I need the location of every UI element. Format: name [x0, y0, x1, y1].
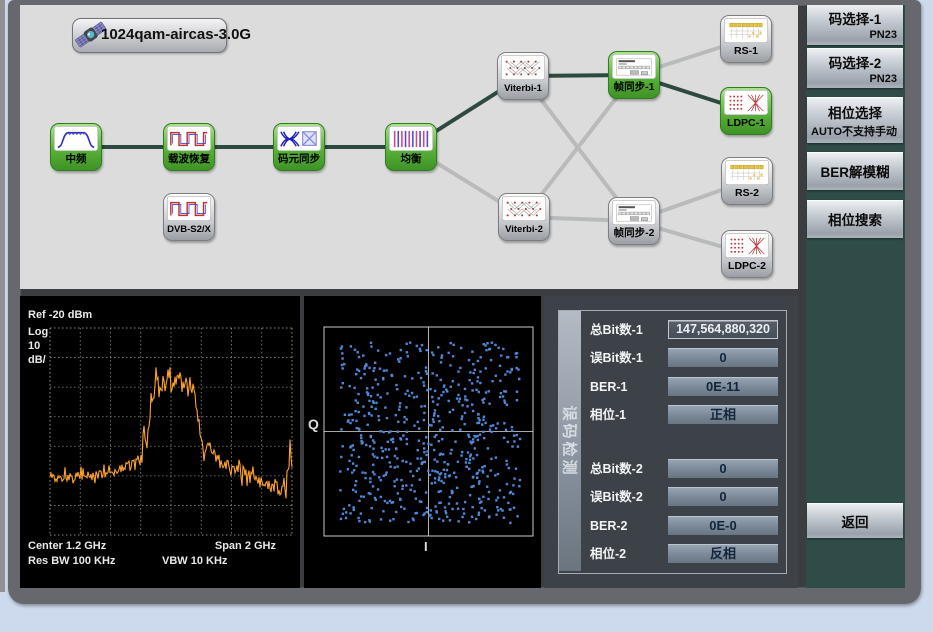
button-label: 返回 [807, 511, 903, 531]
flow-node-label: 中频 [51, 151, 101, 168]
flow-node-fsync2[interactable]: 帧同步-2 [608, 197, 660, 245]
sidebar-button-2[interactable]: 码选择-2PN23 [807, 48, 903, 88]
spectrum-span: Span 2 GHz [215, 540, 276, 552]
rs-codeword-icon [724, 18, 768, 43]
button-label: 码选择-1 [807, 8, 903, 28]
ber-value-box: 0E-11 [668, 377, 778, 396]
flow-node-dvb[interactable]: DVB-S2/X [163, 193, 215, 241]
spectrum-rbw: Res BW 100 KHz [28, 555, 115, 567]
ber-value-box: 0E-0 [668, 516, 778, 535]
signal-title: 1024qam-aircas-3.0G [101, 26, 251, 43]
frame-structure-icon [612, 200, 656, 225]
button-label: BER解模糊 [807, 161, 903, 181]
ber-row-label: 相位-2 [590, 544, 668, 564]
ber-row-label: BER-1 [590, 377, 668, 397]
flow-node-label: DVB-S2/X [164, 221, 214, 238]
ber-value-box: 0 [668, 459, 778, 478]
flow-node-symsync[interactable]: 码元同步 [273, 123, 325, 171]
viterbi-trellis-icon [502, 196, 546, 221]
sidebar-button-3[interactable]: 相位选择AUTO不支持手动 [807, 97, 903, 143]
button-sublabel: AUTO不支持手动 [807, 123, 903, 139]
flow-node-label: 码元同步 [274, 151, 324, 168]
ber-strip-label: 误码检测 [560, 405, 581, 477]
ber-value-box: 147,564,880,320 [668, 320, 778, 339]
ber-value-box: 反相 [668, 544, 778, 563]
flow-node-ldpc1[interactable]: LDPC-1 [720, 87, 772, 135]
ber-row-label: 误Bit数-2 [590, 487, 668, 507]
sidebar: 码选择-1PN23码选择-2PN23相位选择AUTO不支持手动BER解模糊相位搜… [806, 5, 905, 588]
rs-codeword-icon [725, 160, 769, 185]
button-label: 相位选择 [807, 102, 903, 122]
flow-node-label: 均衡 [386, 151, 436, 168]
spectrum-ref-level: Ref -20 dBm [28, 309, 92, 321]
ldpc-graph-icon [724, 90, 768, 115]
sidebar-button-5[interactable]: 相位搜索 [807, 200, 903, 238]
flow-node-label: 帧同步-1 [609, 79, 659, 96]
ber-row-label: BER-2 [590, 516, 668, 536]
ber-row-label: 误Bit数-1 [590, 348, 668, 368]
ber-row-label: 相位-1 [590, 405, 668, 425]
constellation-plot [304, 296, 541, 588]
flow-node-label: RS-2 [722, 185, 772, 202]
sidebar-button-back[interactable]: 返回 [807, 503, 903, 538]
flow-canvas: 1024qam-aircas-3.0G 中频 载波恢复 码元同步 均衡 DVB-S2/X… [20, 5, 798, 289]
button-sublabel: PN23 [807, 29, 903, 41]
flow-node-label: Viterbi-1 [498, 80, 548, 97]
signal-title-button[interactable]: 1024qam-aircas-3.0G [72, 18, 227, 53]
bandpass-spectrum-icon [54, 126, 98, 151]
q-axis-label: Q [308, 416, 319, 432]
square-wave-icon [167, 196, 211, 221]
flow-node-label: Viterbi-2 [499, 221, 549, 238]
spectrum-vbw: VBW 10 KHz [162, 555, 227, 567]
flow-node-carrier[interactable]: 载波恢复 [163, 123, 215, 171]
ber-value-box: 0 [668, 487, 778, 506]
constellation-points [339, 341, 521, 524]
spectrum-display: Ref -20 dBm Log 10 dB/ Center 1.2 GHz Sp… [20, 296, 300, 588]
ber-value-box: 正相 [668, 405, 778, 424]
spectrum-scale-10: 10 [28, 340, 40, 352]
flow-node-ldpc2[interactable]: LDPC-2 [721, 230, 773, 278]
i-axis-label: I [424, 539, 428, 554]
ldpc-graph-icon [725, 233, 769, 258]
equalizer-comb-icon [389, 126, 433, 151]
constellation-display: Q I [304, 296, 541, 588]
flow-node-if[interactable]: 中频 [50, 123, 102, 171]
flow-node-eq[interactable]: 均衡 [385, 123, 437, 171]
button-label: 相位搜索 [807, 209, 903, 229]
eye-diagram-icon [277, 126, 321, 151]
sidebar-button-4[interactable]: BER解模糊 [807, 152, 903, 190]
spectrum-scale-log: Log [28, 326, 48, 338]
flow-node-label: LDPC-2 [722, 258, 772, 275]
flow-node-label: 帧同步-2 [609, 225, 659, 242]
flow-node-label: RS-1 [721, 43, 771, 60]
sidebar-button-1[interactable]: 码选择-1PN23 [807, 5, 903, 45]
flow-node-viterbi2[interactable]: Viterbi-2 [498, 193, 550, 241]
ber-strip: 误码检测 [559, 311, 581, 571]
spectrum-center-freq: Center 1.2 GHz [28, 540, 106, 552]
square-wave-icon [167, 126, 211, 151]
flow-node-label: 载波恢复 [164, 151, 214, 168]
button-label: 码选择-2 [807, 52, 903, 72]
ber-row-label: 总Bit数-1 [590, 320, 668, 340]
button-sublabel: PN23 [807, 73, 903, 85]
flow-node-label: LDPC-1 [721, 115, 771, 132]
ber-row-label: 总Bit数-2 [590, 459, 668, 479]
ber-value-box: 0 [668, 348, 778, 367]
flow-node-viterbi1[interactable]: Viterbi-1 [497, 52, 549, 100]
flow-node-rs2[interactable]: RS-2 [721, 157, 773, 205]
screen-edge-strip [0, 0, 5, 592]
flow-node-fsync1[interactable]: 帧同步-1 [608, 51, 660, 99]
spectrum-scale-db: dB/ [28, 354, 46, 366]
flow-node-rs1[interactable]: RS-1 [720, 15, 772, 63]
frame-structure-icon [612, 54, 656, 79]
ber-panel: 误码检测 总Bit数-1147,564,880,320误Bit数-10BER-1… [544, 296, 798, 588]
viterbi-trellis-icon [501, 55, 545, 80]
